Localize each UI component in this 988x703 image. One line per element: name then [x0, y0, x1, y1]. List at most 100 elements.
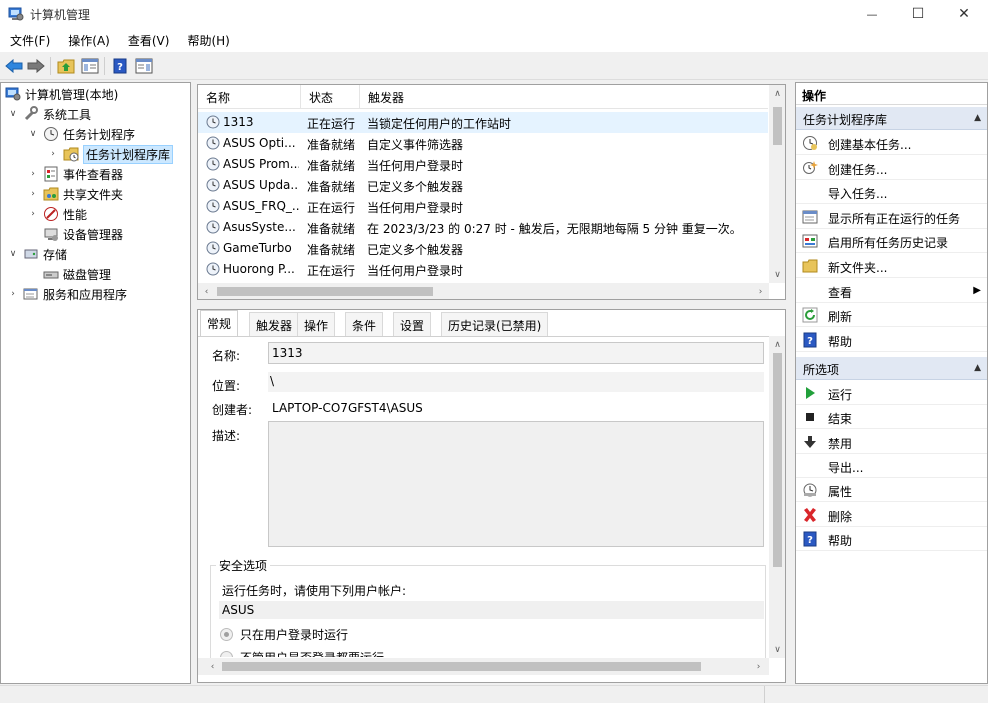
- scroll-left-icon[interactable]: ‹: [198, 283, 215, 299]
- tree-item-device-manager[interactable]: 设备管理器: [43, 224, 123, 244]
- chevron-right-icon[interactable]: ›: [7, 288, 19, 300]
- actions-section-library[interactable]: 任务计划程序库 ▲: [796, 107, 987, 130]
- detail-tabs: 常规 触发器 操作 条件 设置 历史记录(已禁用): [198, 310, 785, 336]
- task-list-header: 名称 状态 触发器: [198, 85, 768, 109]
- tree-item-task-scheduler[interactable]: ∨ 任务计划程序: [27, 124, 135, 144]
- menu-bar: 文件(F) 操作(A) 查看(V) 帮助(H): [0, 28, 988, 52]
- menu-help[interactable]: 帮助(H): [177, 28, 237, 52]
- action-help[interactable]: ? 帮助: [796, 328, 987, 352]
- tree-item-computer-management[interactable]: 计算机管理(本地): [5, 84, 118, 104]
- column-header-name[interactable]: 名称: [198, 85, 301, 109]
- radio-run-only-logged-on[interactable]: [220, 628, 233, 641]
- name-field[interactable]: 1313: [268, 342, 764, 364]
- tree-item-storage[interactable]: ∨ 存储: [7, 244, 67, 264]
- table-row[interactable]: ASUS Upda... 准备就绪 已定义多个触发器: [198, 175, 768, 196]
- tree-item-disk-management[interactable]: 磁盘管理: [43, 264, 111, 284]
- tree-item-performance[interactable]: › 性能: [27, 204, 87, 224]
- tree-item-task-scheduler-library[interactable]: › 任务计划程序库: [47, 144, 174, 164]
- show-hide-console-tree-button[interactable]: [80, 56, 100, 76]
- back-button[interactable]: [4, 56, 24, 76]
- detail-vertical-scrollbar[interactable]: ∧ ∨: [769, 336, 785, 658]
- maximize-button[interactable]: ☐: [895, 0, 941, 28]
- menu-action[interactable]: 操作(A): [58, 28, 118, 52]
- collapse-up-icon[interactable]: ▲: [974, 363, 981, 373]
- table-row[interactable]: ASUS Opti... 准备就绪 自定义事件筛选器: [198, 133, 768, 154]
- action-end[interactable]: 结束: [796, 405, 987, 430]
- scroll-right-icon[interactable]: ›: [750, 658, 767, 675]
- chevron-down-icon[interactable]: ∨: [7, 248, 19, 260]
- action-new-folder[interactable]: 新文件夹...: [796, 254, 987, 278]
- scroll-thumb[interactable]: [222, 662, 701, 671]
- scroll-left-icon[interactable]: ‹: [204, 658, 221, 675]
- action-delete[interactable]: 删除: [796, 503, 987, 527]
- action-create-task[interactable]: 创建任务...: [796, 156, 987, 180]
- column-header-status[interactable]: 状态: [301, 85, 360, 109]
- tree-item-services-apps[interactable]: › 服务和应用程序: [7, 284, 127, 304]
- chevron-right-icon[interactable]: ›: [27, 188, 39, 200]
- task-list-vertical-scrollbar[interactable]: ∧ ∨: [769, 85, 785, 283]
- chevron-right-icon[interactable]: ›: [27, 168, 39, 180]
- task-list-horizontal-scrollbar[interactable]: ‹ ›: [198, 283, 769, 299]
- scroll-down-icon[interactable]: ∨: [769, 641, 785, 658]
- action-disable[interactable]: 禁用: [796, 430, 987, 454]
- location-field: \: [268, 372, 764, 392]
- menu-file[interactable]: 文件(F): [0, 28, 58, 52]
- actions-pane: 操作 任务计划程序库 ▲ 创建基本任务... 创建任务... 导入任务... 显示所有…: [795, 82, 988, 684]
- folder-clock-icon: [63, 147, 79, 162]
- radio-run-whether-logged-on[interactable]: [220, 651, 233, 657]
- action-display-running-tasks[interactable]: 显示所有正在运行的任务: [796, 205, 987, 229]
- show-hide-action-pane-button[interactable]: [134, 56, 154, 76]
- scroll-down-icon[interactable]: ∨: [769, 266, 785, 283]
- detail-horizontal-scrollbar[interactable]: ‹ ›: [198, 658, 769, 675]
- tab-actions[interactable]: 操作: [297, 312, 336, 336]
- action-enable-task-history[interactable]: 启用所有任务历史记录: [796, 229, 987, 254]
- scroll-thumb[interactable]: [773, 353, 782, 567]
- chevron-down-icon[interactable]: ∨: [7, 108, 19, 120]
- tab-conditions[interactable]: 条件: [345, 312, 384, 336]
- tree-item-event-viewer[interactable]: › 事件查看器: [27, 164, 123, 184]
- action-refresh[interactable]: 刷新: [796, 303, 987, 328]
- action-properties[interactable]: 属性: [796, 478, 987, 503]
- up-folder-button[interactable]: [56, 56, 76, 76]
- event-viewer-icon: [44, 166, 58, 182]
- scroll-up-icon[interactable]: ∧: [769, 85, 785, 102]
- tab-settings[interactable]: 设置: [393, 312, 432, 336]
- action-create-basic-task[interactable]: 创建基本任务...: [796, 131, 987, 155]
- action-run[interactable]: 运行: [796, 381, 987, 405]
- table-row[interactable]: Huorong P... 正在运行 当任何用户登录时: [198, 259, 768, 280]
- help-toolbar-button[interactable]: ?: [110, 56, 130, 76]
- table-row[interactable]: AsusSyste... 准备就绪在 2023/3/23 的 0:27 时 - 触…: [198, 217, 768, 238]
- tree-item-system-tools[interactable]: ∨ 系统工具: [7, 104, 91, 124]
- chevron-down-icon[interactable]: ∨: [27, 128, 39, 140]
- table-row[interactable]: GameTurbo 准备就绪 已定义多个触发器: [198, 238, 768, 259]
- menu-view[interactable]: 查看(V): [118, 28, 178, 52]
- scroll-thumb[interactable]: [773, 107, 782, 145]
- tab-triggers[interactable]: 触发器: [249, 312, 300, 336]
- tree-item-shared-folders[interactable]: › 共享文件夹: [27, 184, 123, 204]
- task-trigger: 当任何用户登录时: [367, 159, 464, 173]
- tab-general[interactable]: 常规: [200, 310, 239, 336]
- column-header-trigger[interactable]: 触发器: [360, 85, 768, 109]
- forward-button[interactable]: [26, 56, 46, 76]
- action-help-selected[interactable]: ? 帮助: [796, 527, 987, 551]
- actions-section-selected[interactable]: 所选项 ▲: [796, 357, 987, 380]
- task-clock-icon: [206, 136, 220, 150]
- scroll-right-icon[interactable]: ›: [752, 283, 769, 299]
- description-field[interactable]: [268, 421, 764, 547]
- chevron-right-icon[interactable]: ›: [47, 148, 59, 160]
- action-view[interactable]: 查看 ▶: [796, 279, 987, 303]
- collapse-up-icon[interactable]: ▲: [974, 113, 981, 123]
- table-row[interactable]: ASUS Prom... 准备就绪 当任何用户登录时: [198, 154, 768, 175]
- table-row[interactable]: ASUS_FRQ_... 正在运行 当任何用户登录时: [198, 196, 768, 217]
- chevron-right-icon[interactable]: ›: [27, 208, 39, 220]
- action-export[interactable]: 导出...: [796, 454, 987, 478]
- close-button[interactable]: ✕: [941, 0, 987, 28]
- scroll-up-icon[interactable]: ∧: [769, 336, 785, 353]
- action-import-task[interactable]: 导入任务...: [796, 180, 987, 205]
- status-divider: [764, 686, 765, 703]
- tab-history[interactable]: 历史记录(已禁用): [441, 312, 549, 336]
- scroll-thumb[interactable]: [217, 287, 433, 296]
- table-row[interactable]: 1313 正在运行 当锁定任何用户的工作站时: [198, 112, 768, 133]
- tree-label: 设备管理器: [63, 227, 124, 242]
- minimize-button[interactable]: —: [849, 0, 895, 28]
